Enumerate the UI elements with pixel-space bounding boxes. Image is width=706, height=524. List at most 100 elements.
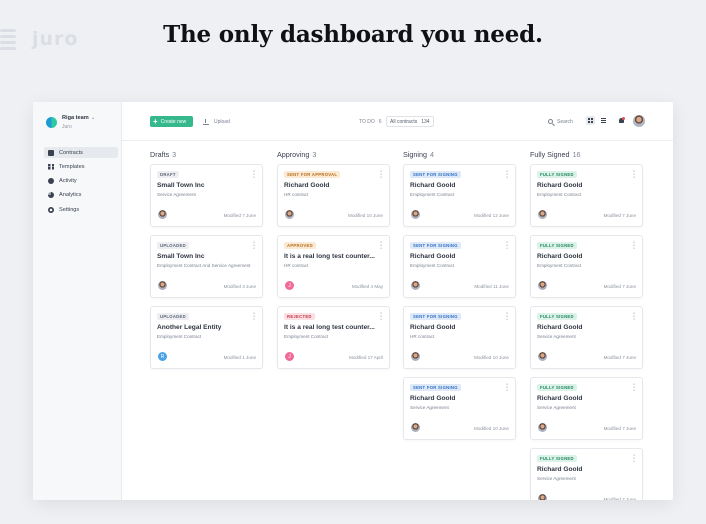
modified-date: Modified 17 April bbox=[349, 355, 383, 360]
modified-date: Modified 7 June bbox=[603, 497, 636, 500]
avatar bbox=[411, 281, 420, 290]
create-new-label: Create new bbox=[160, 118, 187, 125]
more-options-icon[interactable]: · · · bbox=[505, 239, 509, 252]
contract-card[interactable]: FULLY SIGNED · · · Richard Goold Employment C… bbox=[530, 235, 643, 298]
more-options-icon[interactable]: · · · bbox=[505, 381, 509, 394]
contract-card[interactable]: FULLY SIGNED · · · Richard Goold Service Agre… bbox=[530, 306, 643, 369]
sidebar-item-label: Activity bbox=[59, 178, 77, 185]
more-options-icon[interactable]: · · · bbox=[252, 239, 256, 252]
sidebar-item-templates[interactable]: Templates bbox=[44, 161, 118, 172]
activity-icon bbox=[48, 178, 54, 185]
card-subtitle: Employment Contract bbox=[410, 192, 455, 197]
card-subtitle: HR contract bbox=[284, 263, 309, 268]
contract-card[interactable]: FULLY SIGNED · · · Richard Goold Service Agre… bbox=[530, 377, 643, 440]
more-options-icon[interactable]: · · · bbox=[252, 310, 256, 323]
card-subtitle: Employment Contract bbox=[284, 334, 329, 339]
user-avatar[interactable] bbox=[633, 115, 645, 127]
more-options-icon[interactable]: · · · bbox=[379, 310, 383, 323]
list-view-icon bbox=[601, 118, 606, 123]
contract-card[interactable]: DRAFT · · · Small Town Inc Service Agreement M… bbox=[150, 164, 263, 227]
card-title: Richard Goold bbox=[537, 253, 583, 260]
column-count: 3 bbox=[172, 150, 177, 159]
avatar bbox=[538, 352, 547, 361]
more-options-icon[interactable]: · · · bbox=[379, 239, 383, 252]
card-subtitle: Service Agreement bbox=[410, 405, 449, 410]
upload-button[interactable]: Upload bbox=[203, 116, 230, 127]
contract-card[interactable]: UPLOADED · · · Small Town Inc Employment Cont… bbox=[150, 235, 263, 298]
avatar bbox=[411, 352, 420, 361]
team-logo-icon bbox=[46, 117, 57, 128]
status-badge: SENT FOR SIGNING bbox=[410, 313, 461, 320]
column-title: Fully Signed bbox=[530, 150, 570, 159]
column-count: 4 bbox=[429, 150, 434, 159]
contract-card[interactable]: FULLY SIGNED · · · Richard Goold Service Agre… bbox=[530, 448, 643, 500]
create-new-button[interactable]: + Create new bbox=[150, 116, 193, 127]
all-contracts-filter[interactable]: All contracts 134 bbox=[386, 116, 434, 127]
sidebar-item-label: Analytics bbox=[59, 192, 82, 199]
sidebar-item-settings[interactable]: Settings bbox=[44, 204, 118, 215]
notification-bell-icon[interactable] bbox=[618, 117, 625, 125]
column-approving: Approving 3 SENT FOR APPROVAL · · · Richard Go… bbox=[277, 142, 390, 500]
card-subtitle: HR contract bbox=[284, 192, 309, 197]
more-options-icon[interactable]: · · · bbox=[252, 168, 256, 181]
avatar: J bbox=[285, 281, 294, 290]
column-count: 3 bbox=[312, 150, 317, 159]
more-options-icon[interactable]: · · · bbox=[505, 310, 509, 323]
card-subtitle: Employment Contract bbox=[537, 192, 582, 197]
contract-card[interactable]: REJECTED · · · It is a real long test counte… bbox=[277, 306, 390, 369]
more-options-icon[interactable]: · · · bbox=[632, 381, 636, 394]
contract-card[interactable]: SENT FOR SIGNING · · · Richard Goold Service … bbox=[403, 377, 516, 440]
search-button[interactable]: Search bbox=[548, 116, 573, 127]
modified-date: Modified 7 June bbox=[223, 213, 256, 218]
modified-date: Modified 7 June bbox=[603, 284, 636, 289]
contract-card[interactable]: SENT FOR SIGNING · · · Richard Goold HR contr… bbox=[403, 306, 516, 369]
more-options-icon[interactable]: · · · bbox=[632, 310, 636, 323]
all-contracts-count: 134 bbox=[421, 118, 430, 125]
contract-card[interactable]: APPROVED · · · It is a real long test counte… bbox=[277, 235, 390, 298]
modified-date: Modified 12 June bbox=[474, 213, 509, 218]
contract-card[interactable]: UPLOADED · · · Another Legal Entity Employmen… bbox=[150, 306, 263, 369]
modified-date: Modified 4 May bbox=[351, 284, 383, 289]
more-options-icon[interactable]: · · · bbox=[632, 168, 636, 181]
more-options-icon[interactable]: · · · bbox=[505, 168, 509, 181]
column-count: 16 bbox=[572, 150, 581, 159]
column-title: Signing bbox=[403, 150, 427, 159]
more-options-icon[interactable]: · · · bbox=[632, 452, 636, 465]
status-badge: FULLY SIGNED bbox=[537, 384, 577, 391]
card-subtitle: HR contract bbox=[410, 334, 435, 339]
status-badge: FULLY SIGNED bbox=[537, 455, 577, 462]
card-title: Richard Goold bbox=[537, 466, 583, 473]
contract-card[interactable]: SENT FOR SIGNING · · · Richard Goold Employme… bbox=[403, 235, 516, 298]
sidebar-item-label: Contracts bbox=[59, 149, 83, 156]
contract-card[interactable]: SENT FOR SIGNING · · · Richard Goold Employme… bbox=[403, 164, 516, 227]
sidebar-item-contracts[interactable]: Contracts bbox=[44, 147, 118, 158]
modified-date: Modified 11 June bbox=[474, 284, 509, 289]
card-title: Small Town Inc bbox=[157, 253, 205, 260]
todo-filter[interactable]: TO DO 6 bbox=[359, 116, 382, 127]
todo-label: TO DO bbox=[359, 118, 375, 125]
sidebar-item-activity[interactable]: Activity bbox=[44, 176, 118, 187]
card-subtitle: Employment Contract bbox=[537, 263, 582, 268]
more-options-icon[interactable]: · · · bbox=[632, 239, 636, 252]
avatar bbox=[538, 494, 547, 500]
search-icon bbox=[548, 119, 553, 124]
avatar bbox=[538, 210, 547, 219]
sidebar-item-analytics[interactable]: Analytics bbox=[44, 190, 118, 201]
modified-date: Modified 10 June bbox=[474, 355, 509, 360]
list-view-button[interactable] bbox=[599, 116, 608, 125]
status-badge: UPLOADED bbox=[157, 242, 189, 249]
team-switcher[interactable]: Riga team ⌄ Juro bbox=[46, 115, 95, 130]
card-subtitle: Employment Contract bbox=[157, 334, 202, 339]
contract-card[interactable]: FULLY SIGNED · · · Richard Goold Employment C… bbox=[530, 164, 643, 227]
more-options-icon[interactable]: · · · bbox=[379, 168, 383, 181]
contract-card[interactable]: SENT FOR APPROVAL · · · Richard Goold HR cont… bbox=[277, 164, 390, 227]
all-contracts-label: All contracts bbox=[390, 118, 418, 125]
board-view-button[interactable] bbox=[586, 116, 595, 125]
modified-date: Modified 7 June bbox=[603, 426, 636, 431]
card-title: Richard Goold bbox=[410, 253, 456, 260]
avatar bbox=[158, 281, 167, 290]
kanban-board: Drafts 3 DRAFT · · · Small Town Inc Service Agr… bbox=[122, 142, 673, 500]
settings-icon bbox=[48, 206, 54, 213]
avatar bbox=[158, 210, 167, 219]
card-title: Richard Goold bbox=[410, 395, 456, 402]
